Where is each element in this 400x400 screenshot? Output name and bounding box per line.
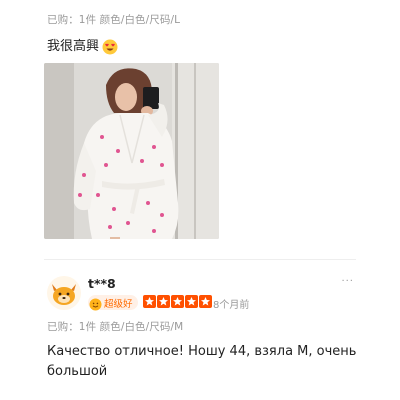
review-text-bottom: Качество отличное! Ношу 44, взяла M, оче… <box>47 344 357 379</box>
star-icon <box>185 295 198 308</box>
star-rating <box>143 295 212 308</box>
review-photo[interactable] <box>44 63 219 239</box>
more-options-icon[interactable]: ··· <box>341 276 354 287</box>
star-icon <box>199 295 212 308</box>
purchase-info-bottom: 已购：1件 颜色/白色/尺码/M <box>47 321 184 333</box>
star-icon <box>171 295 184 308</box>
avatar[interactable] <box>47 276 81 310</box>
purchase-info-top: 已购：1件 颜色/白色/尺码/L <box>47 14 181 26</box>
reviewer-name[interactable]: t**8 <box>88 276 116 291</box>
heart-eyes-emoji-icon <box>102 39 118 55</box>
badge-label: 超级好 <box>104 298 133 310</box>
review-text-top: 我很高興 <box>47 37 118 57</box>
smiley-badge-icon <box>89 296 102 311</box>
divider <box>44 259 356 260</box>
review-text: 我很高興 <box>47 39 100 54</box>
star-icon <box>157 295 170 308</box>
review-time: 8个月前 <box>213 300 250 311</box>
member-level-badge: 超级好 <box>88 295 138 311</box>
star-icon <box>143 295 156 308</box>
